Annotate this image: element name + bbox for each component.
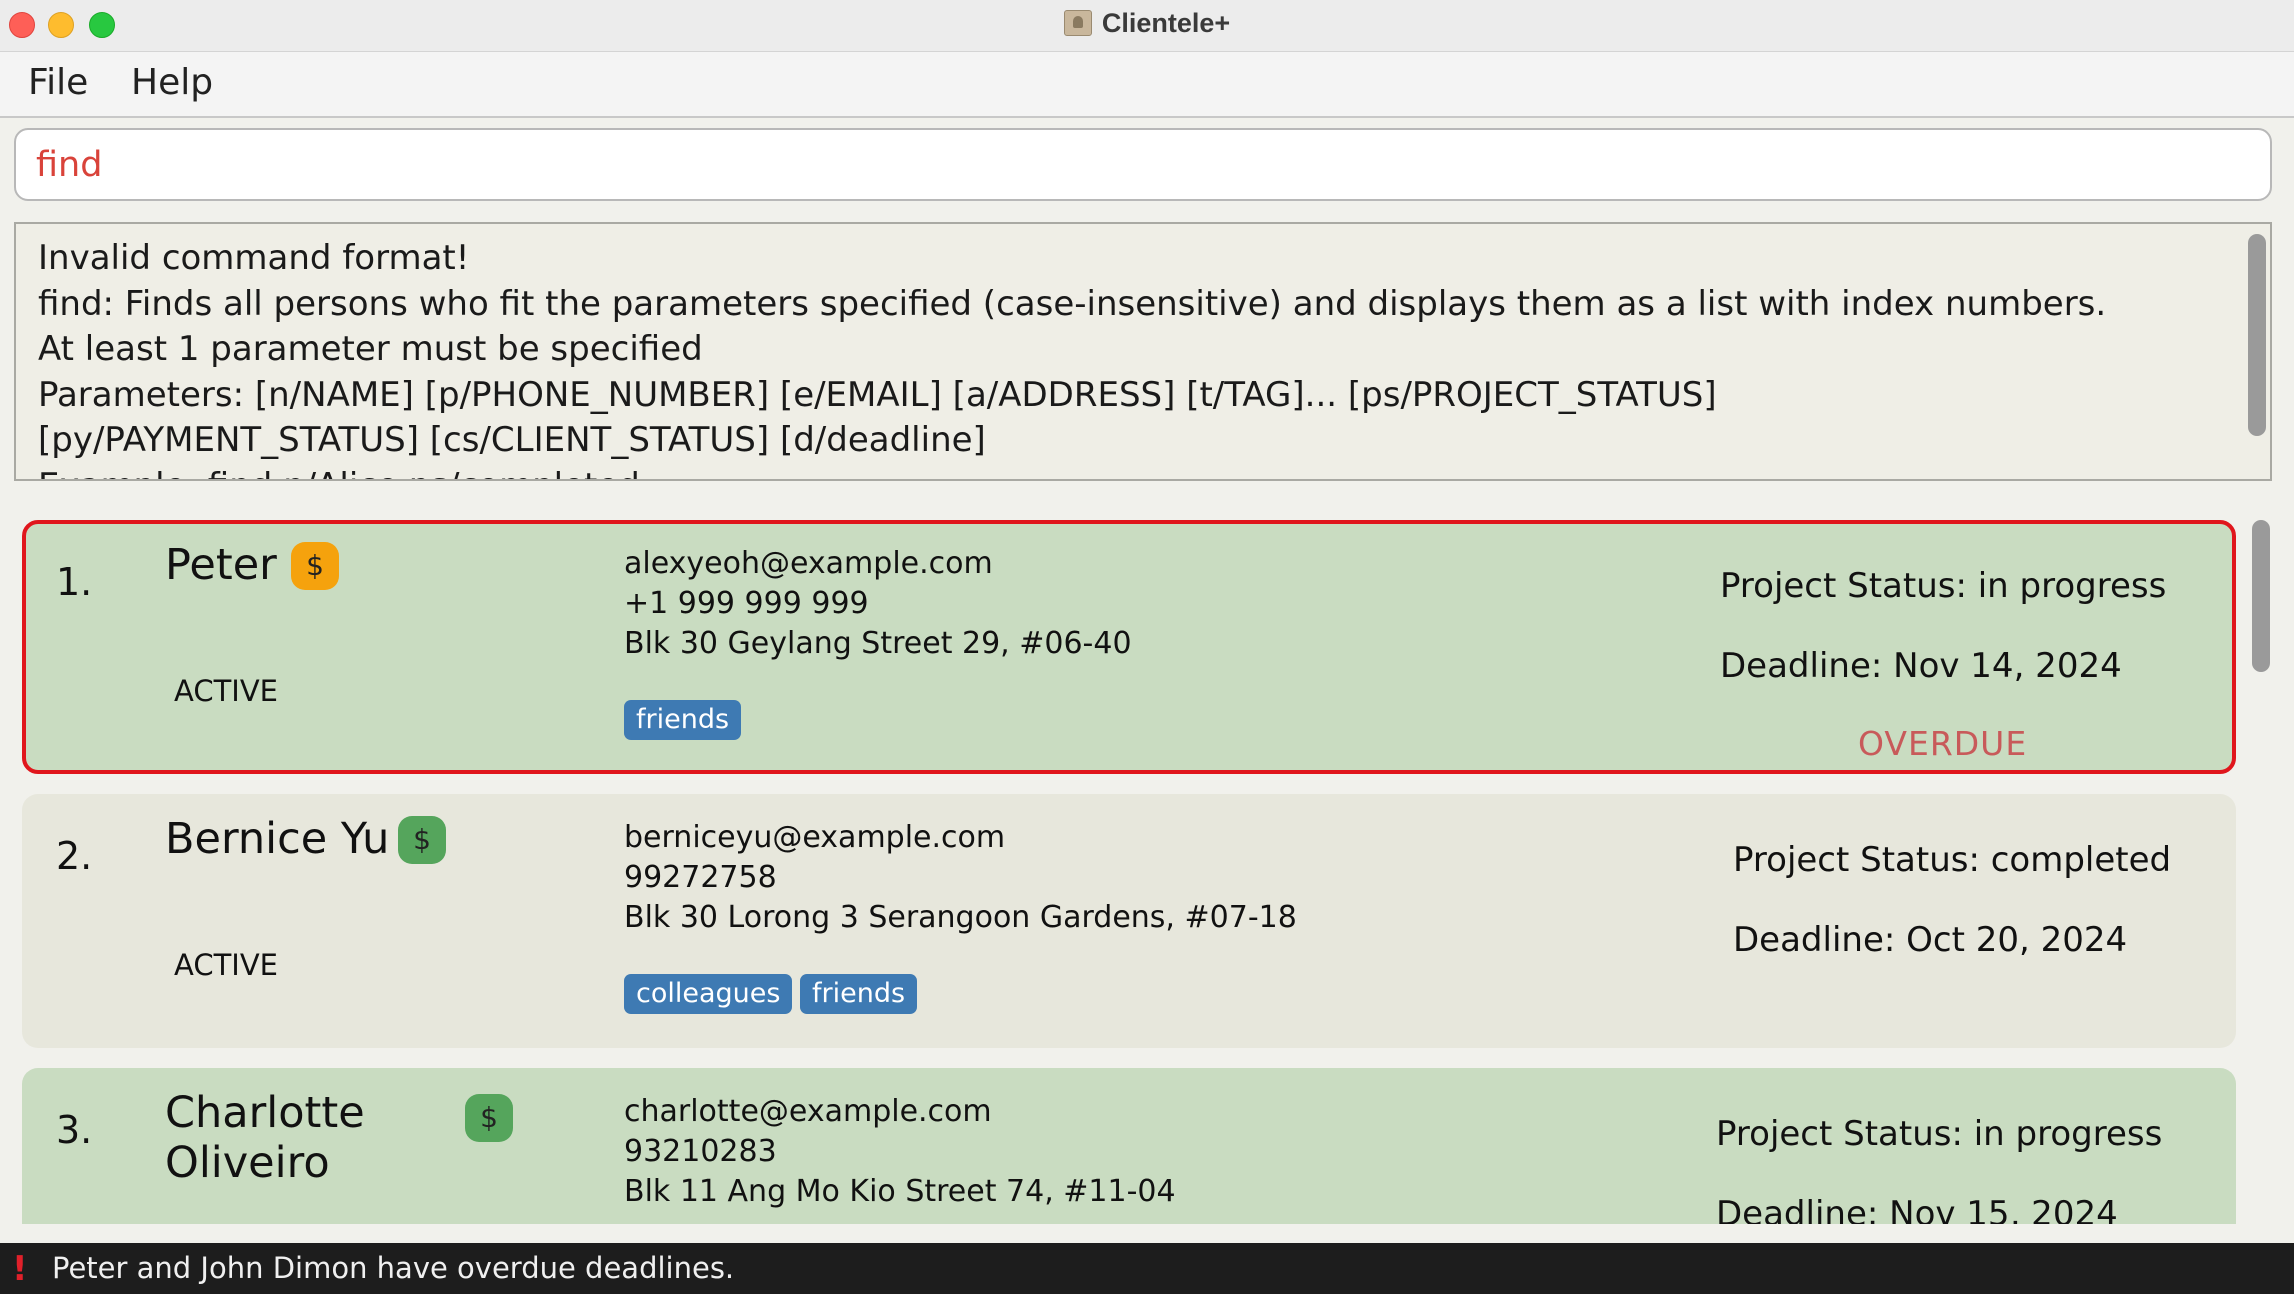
result-display[interactable]: Invalid command format! find: Finds all p…: [14, 222, 2272, 481]
person-name: Charlotte Oliveiro: [165, 1088, 365, 1188]
person-email: alexyeoh@example.com: [624, 546, 993, 581]
person-name: Peter: [165, 540, 277, 590]
menu-bar: File Help: [0, 52, 2294, 118]
project-status: Project Status: in progress: [1720, 566, 2167, 606]
window-title: Clientele+: [1101, 8, 1231, 38]
tag: colleagues: [624, 974, 793, 1014]
person-name: Bernice Yu: [165, 814, 390, 864]
dollar-icon: $: [398, 816, 446, 864]
tag: friends: [800, 974, 918, 1014]
person-index: 1.: [56, 560, 93, 604]
command-input[interactable]: [36, 140, 2236, 190]
project-status: Project Status: in progress: [1716, 1114, 2163, 1154]
person-card[interactable]: 1. Peter $ ACTIVE alexyeoh@example.com +…: [22, 520, 2236, 774]
person-card[interactable]: 3. Charlotte Oliveiro $ charlotte@example…: [22, 1068, 2236, 1224]
overdue-label: OVERDUE: [1858, 724, 2028, 763]
result-line: At least 1 parameter must be specified: [38, 329, 703, 369]
person-index: 2.: [56, 834, 93, 878]
title-bar: Clientele+: [0, 0, 2294, 52]
result-scrollbar[interactable]: [2248, 234, 2266, 436]
person-list: 1. Peter $ ACTIVE alexyeoh@example.com +…: [0, 500, 2294, 1224]
project-status: Project Status: completed: [1733, 840, 2172, 880]
person-phone: +1 999 999 999: [624, 586, 869, 621]
status-bar: ! Peter and John Dimon have overdue dead…: [0, 1243, 2294, 1294]
menu-file[interactable]: File: [28, 62, 88, 103]
person-index: 3.: [56, 1108, 93, 1152]
window-title-wrapper: Clientele+: [0, 8, 2294, 39]
deadline: Deadline: Oct 20, 2024: [1733, 920, 2128, 960]
person-address: Blk 30 Lorong 3 Serangoon Gardens, #07-1…: [624, 900, 1297, 935]
result-line: Example: find n/Alice ps/completed: [38, 464, 2228, 480]
person-address: Blk 11 Ang Mo Kio Street 74, #11-04: [624, 1174, 1176, 1209]
menu-help[interactable]: Help: [131, 62, 213, 103]
person-email: berniceyu@example.com: [624, 820, 1006, 855]
person-name-line: Charlotte: [165, 1088, 365, 1138]
dollar-icon: $: [291, 542, 339, 590]
client-status: ACTIVE: [174, 674, 279, 708]
list-scrollbar[interactable]: [2252, 520, 2270, 672]
person-email: charlotte@example.com: [624, 1094, 992, 1129]
command-box[interactable]: [14, 128, 2272, 201]
result-line: Parameters: [n/NAME] [p/PHONE_NUMBER] [e…: [38, 374, 1717, 415]
tag: friends: [624, 700, 742, 740]
result-line: [py/PAYMENT_STATUS] [cs/CLIENT_STATUS] […: [38, 420, 986, 460]
person-phone: 93210283: [624, 1134, 777, 1169]
client-status: ACTIVE: [174, 948, 279, 982]
result-line: Invalid command format!: [38, 238, 470, 278]
person-card[interactable]: 2. Bernice Yu $ ACTIVE berniceyu@example…: [22, 794, 2236, 1048]
result-line: find: Finds all persons who fit the para…: [38, 283, 2107, 324]
person-name-line: Oliveiro: [165, 1138, 330, 1188]
status-message: Peter and John Dimon have overdue deadli…: [52, 1251, 735, 1285]
dollar-icon: $: [465, 1094, 513, 1142]
deadline: Deadline: Nov 14, 2024: [1720, 646, 2122, 686]
deadline: Deadline: Nov 15, 2024: [1716, 1194, 2118, 1224]
person-address: Blk 30 Geylang Street 29, #06-40: [624, 626, 1132, 661]
warning-icon: !: [12, 1249, 28, 1289]
result-text: Invalid command format! find: Finds all p…: [38, 236, 2228, 480]
person-phone: 99272758: [624, 860, 777, 895]
app-icon: [1063, 10, 1092, 36]
